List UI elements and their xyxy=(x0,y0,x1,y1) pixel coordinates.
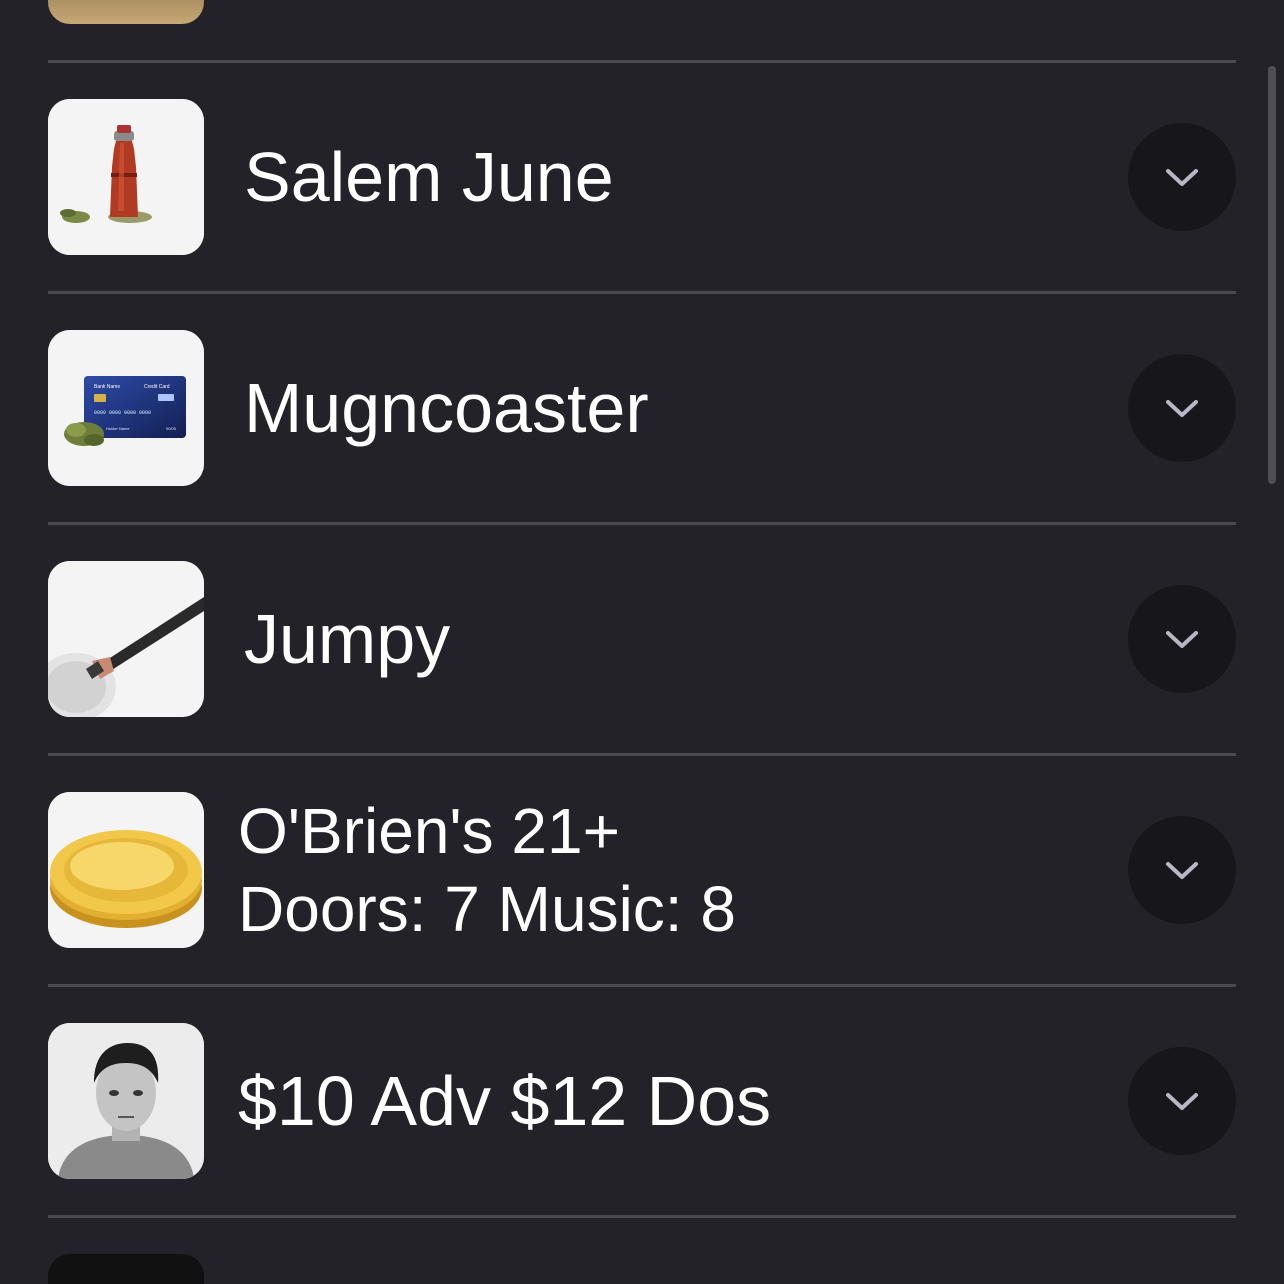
item-title-line2: Doors: 7 Music: 8 xyxy=(238,873,736,945)
scrollbar[interactable] xyxy=(1268,66,1276,484)
divider xyxy=(48,291,1236,294)
pepper-mill-image xyxy=(48,99,204,255)
divider xyxy=(48,984,1236,987)
list-item[interactable]: Bank Name Credit Card 0000 0000 0000 000… xyxy=(48,330,1236,486)
expand-button[interactable] xyxy=(1128,1047,1236,1155)
chevron-down-icon xyxy=(1166,631,1198,648)
list-item[interactable]: O'Brien's 21+ Doors: 7 Music: 8 xyxy=(48,792,1236,948)
chevron-down-icon xyxy=(1166,400,1198,417)
chevron-down-icon xyxy=(1166,862,1198,879)
divider xyxy=(48,753,1236,756)
item-title: $10 Adv $12 Dos xyxy=(238,1062,772,1140)
list-item[interactable]: Jumpy xyxy=(48,561,1236,717)
divider xyxy=(48,522,1236,525)
expand-button[interactable] xyxy=(1128,354,1236,462)
item-title: Salem June xyxy=(244,138,614,216)
divider xyxy=(48,60,1236,63)
divider xyxy=(48,1215,1236,1218)
chevron-down-icon xyxy=(1166,1093,1198,1110)
event-list-screen: Salem June Bank Name Credit Card 0000 00… xyxy=(0,0,1284,1284)
card-bank-name: Bank Name xyxy=(94,384,120,390)
expand-button[interactable] xyxy=(1128,123,1236,231)
gold-coin-image xyxy=(48,792,204,948)
pizza-cutter-image xyxy=(48,561,204,717)
scrollbar-thumb[interactable] xyxy=(1268,66,1276,484)
item-title: O'Brien's 21+ Doors: 7 Music: 8 xyxy=(238,792,736,948)
portrait-photo-image xyxy=(48,1023,204,1179)
previous-item-thumbnail[interactable] xyxy=(48,0,204,24)
item-title: Jumpy xyxy=(244,600,451,678)
card-label: Credit Card xyxy=(144,384,170,390)
expand-button[interactable] xyxy=(1128,585,1236,693)
item-title-line1: O'Brien's 21+ xyxy=(238,795,620,867)
item-title: Mugncoaster xyxy=(244,369,649,447)
next-item-thumbnail[interactable] xyxy=(48,1254,204,1284)
card-number: 0000 0000 0000 0000 xyxy=(94,410,151,416)
chevron-down-icon xyxy=(1166,169,1198,186)
list-item[interactable]: Salem June xyxy=(48,99,1236,255)
card-holder: Holder Name xyxy=(106,426,130,431)
card-expiry: 00/00 xyxy=(166,426,177,431)
expand-button[interactable] xyxy=(1128,816,1236,924)
list-item[interactable]: $10 Adv $12 Dos xyxy=(48,1023,1236,1179)
credit-card-image: Bank Name Credit Card 0000 0000 0000 000… xyxy=(48,330,204,486)
